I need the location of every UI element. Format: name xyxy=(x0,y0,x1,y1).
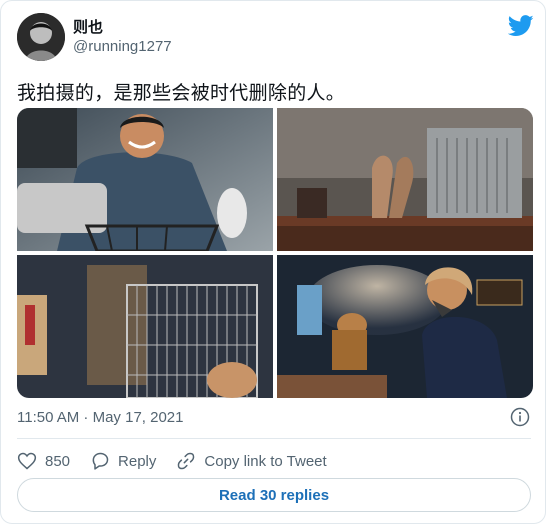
author-name[interactable]: 则也 xyxy=(73,16,103,37)
tweet-card: 则也 @running1277 我拍摄的，是那些会被时代删除的人。 11:50 … xyxy=(0,0,546,524)
photo-man-smiling[interactable] xyxy=(17,108,273,251)
divider xyxy=(17,438,531,439)
avatar[interactable] xyxy=(17,13,65,61)
heart-icon xyxy=(17,452,37,470)
twitter-bird-icon[interactable] xyxy=(508,15,534,37)
info-icon[interactable] xyxy=(510,407,530,427)
read-replies-button[interactable]: Read 30 replies xyxy=(17,478,531,512)
tweet-text: 我拍摄的，是那些会被时代删除的人。 xyxy=(17,83,346,104)
like-button[interactable]: 850 xyxy=(17,451,70,471)
action-bar: 850 Reply Copy link to Tweet xyxy=(17,450,347,472)
link-icon xyxy=(178,452,195,470)
copy-link-button[interactable]: Copy link to Tweet xyxy=(176,451,327,471)
photo-feet-heater[interactable] xyxy=(277,108,533,251)
reply-label: Reply xyxy=(118,452,157,470)
reply-bubble-icon xyxy=(92,452,109,470)
author-handle[interactable]: @running1277 xyxy=(73,38,172,55)
photo-woman-steam[interactable] xyxy=(277,255,533,398)
like-count: 850 xyxy=(45,452,71,470)
photo-cages[interactable] xyxy=(17,255,273,398)
reply-button[interactable]: Reply xyxy=(90,451,156,471)
tweet-timestamp[interactable]: 11:50 AM · May 17, 2021 xyxy=(17,409,184,426)
copy-link-label: Copy link to Tweet xyxy=(204,452,327,470)
photo-grid xyxy=(17,108,533,398)
